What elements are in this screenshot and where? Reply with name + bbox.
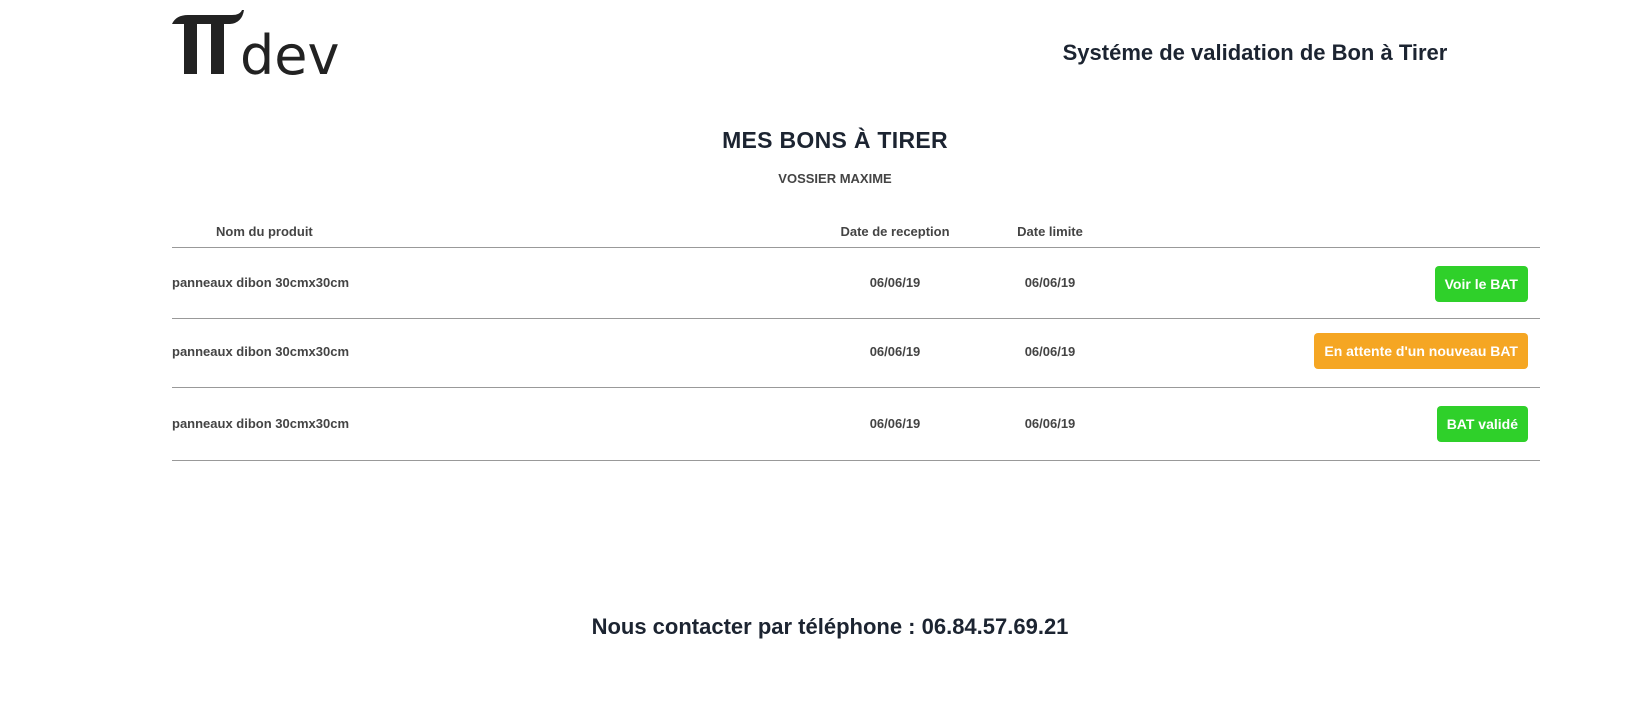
table-row: panneaux dibon 30cmx30cm 06/06/19 06/06/… [172, 248, 1540, 319]
reception-date: 06/06/19 [869, 344, 921, 359]
bat-validated-button[interactable]: BAT validé [1436, 406, 1528, 442]
product-name: panneaux dibon 30cmx30cm [172, 416, 350, 431]
limit-date: 06/06/19 [1024, 416, 1076, 431]
table-header: Nom du produit Date de reception Date li… [172, 213, 1540, 248]
column-header-product-name: Nom du produit [216, 224, 313, 239]
table-row: panneaux dibon 30cmx30cm 06/06/19 06/06/… [172, 319, 1540, 388]
logo[interactable]: dev [170, 10, 350, 87]
client-name: VOSSIER MAXIME [778, 171, 892, 186]
pi-dev-logo-icon: dev [172, 10, 339, 87]
header-title: Systéme de validation de Bon à Tirer [1062, 40, 1448, 65]
page-title: MES BONS À TIRER [722, 127, 948, 153]
reception-date: 06/06/19 [869, 275, 921, 290]
logo-text: dev [240, 24, 339, 80]
product-name: panneaux dibon 30cmx30cm [172, 275, 350, 290]
product-name: panneaux dibon 30cmx30cm [172, 344, 350, 359]
limit-date: 06/06/19 [1024, 275, 1076, 290]
table-row: panneaux dibon 30cmx30cm 06/06/19 06/06/… [172, 388, 1540, 461]
awaiting-new-bat-button[interactable]: En attente d'un nouveau BAT [1314, 333, 1528, 369]
reception-date: 06/06/19 [869, 416, 921, 431]
column-header-reception-date: Date de reception [840, 224, 950, 239]
footer-contact-phone: Nous contacter par téléphone : 06.84.57.… [591, 614, 1069, 639]
bat-table: Nom du produit Date de reception Date li… [172, 213, 1540, 461]
view-bat-button[interactable]: Voir le BAT [1434, 266, 1528, 302]
column-header-limit-date: Date limite [1017, 224, 1083, 239]
limit-date: 06/06/19 [1024, 344, 1076, 359]
